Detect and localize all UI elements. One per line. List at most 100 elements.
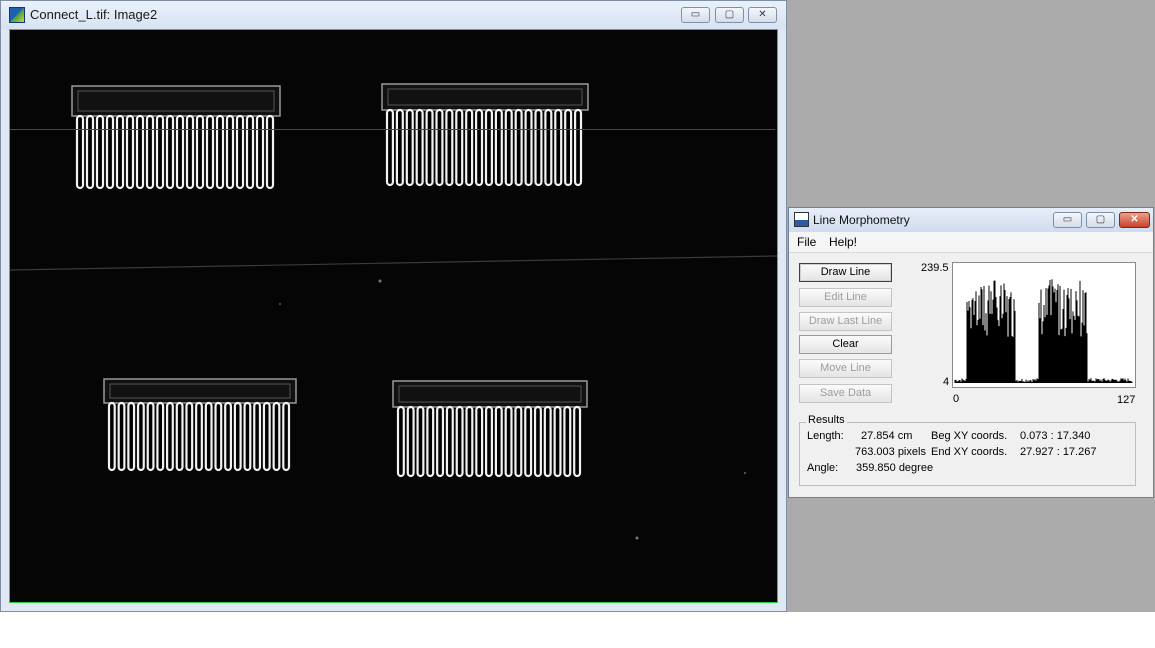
minimize-icon: ▭ [690, 9, 701, 20]
dialog-close-button[interactable]: ✕ [1119, 212, 1150, 228]
connector-pin [436, 405, 445, 478]
angle-value: 359.850 degree [856, 462, 934, 474]
menu-help[interactable]: Help! [829, 235, 857, 249]
connector-pin [494, 108, 503, 187]
angle-label: Angle: [807, 462, 839, 474]
connector-pin [75, 114, 85, 190]
connector-pin [105, 114, 115, 190]
connector-pin [396, 405, 405, 478]
connector-pin [127, 401, 136, 472]
connector-pin [195, 114, 205, 190]
connector-pin [117, 401, 126, 472]
connector-pin [514, 108, 523, 187]
clear-button[interactable]: Clear [799, 335, 892, 354]
connector-pin [262, 401, 271, 472]
connector-pin [136, 401, 145, 472]
close-button[interactable]: ✕ [748, 7, 777, 23]
connector-pin [243, 401, 252, 472]
length-label: Length: [807, 430, 844, 442]
connector-pin [485, 405, 493, 478]
connector-pin [425, 108, 434, 187]
dialog-maximize-button[interactable]: ▢ [1086, 212, 1115, 228]
dialog-menubar: File Help! [789, 232, 1153, 253]
histogram-x-min: 0 [953, 393, 960, 405]
draw-last-line-button[interactable]: Draw Last Line [799, 312, 892, 331]
minimize-button[interactable]: ▭ [681, 7, 710, 23]
save-data-button[interactable]: Save Data [799, 384, 892, 403]
connector-pin [155, 114, 165, 190]
connector-pin [235, 114, 245, 190]
connector-pin [135, 114, 145, 190]
connector-pin [406, 405, 415, 478]
connector-pin [125, 114, 135, 190]
close-icon: ✕ [758, 9, 767, 20]
connector-pin [215, 114, 225, 190]
image-window-titlebar[interactable]: Connect_L.tif: Image2 ▭ ▢ ✕ [1, 1, 786, 29]
beg-coords-value: 0.073 : 17.340 [1020, 430, 1091, 442]
connector-pin [564, 108, 573, 187]
connector-pin [115, 114, 125, 190]
maximize-icon: ▢ [724, 9, 735, 20]
edit-line-button[interactable]: Edit Line [799, 288, 892, 307]
connector-pin [455, 405, 464, 478]
maximize-button[interactable]: ▢ [715, 7, 744, 23]
histogram-x-max: 127 [1117, 394, 1136, 406]
connector-image [10, 30, 777, 602]
connector-pin [185, 401, 194, 472]
image-window-title: Connect_L.tif: Image2 [30, 7, 158, 22]
connector-pin [544, 108, 553, 187]
connector-pin [554, 108, 563, 187]
connector-pin [233, 401, 242, 472]
connector-pin [504, 108, 513, 187]
connector-pin [465, 108, 474, 187]
connector-pin [484, 108, 494, 187]
connector-pin [204, 401, 213, 472]
connector-pin [165, 114, 175, 190]
connector-pin [553, 405, 562, 478]
connector-pin [166, 401, 174, 472]
dialog-titlebar[interactable]: Line Morphometry ▭ ▢ ✕ [789, 208, 1153, 232]
connector-pin [385, 108, 395, 187]
connector-pin [245, 114, 255, 190]
connector-pin [195, 401, 203, 472]
connector-pin [524, 405, 533, 478]
connector-pin [146, 401, 155, 472]
connector-pin [475, 108, 484, 187]
histogram-y-max: 239.5 [921, 262, 949, 274]
connector-pin [405, 108, 414, 187]
connector-pin [415, 108, 424, 187]
menu-file[interactable]: File [797, 235, 816, 249]
connector-pin [224, 401, 232, 472]
connector-pin [416, 405, 425, 478]
intensity-histogram [952, 262, 1136, 388]
image-canvas[interactable] [9, 29, 778, 603]
beg-coords-label: Beg XY coords. [931, 430, 1008, 442]
results-legend: Results [806, 414, 847, 426]
connector-pin [563, 405, 572, 478]
histogram-y-min: 4 [943, 376, 950, 388]
connector-pin [95, 114, 105, 190]
connector-pin [426, 405, 435, 478]
connector-pin [395, 108, 404, 187]
end-coords-label: End XY coords. [931, 446, 1008, 458]
connector-pin [175, 401, 184, 472]
end-coords-value: 27.927 : 17.267 [1020, 446, 1097, 458]
connector-pin [494, 405, 503, 478]
connector-pin [533, 405, 542, 478]
connector-pin [253, 401, 262, 472]
connector-body [103, 378, 297, 404]
dialog-title: Line Morphometry [813, 213, 910, 227]
connector-body [381, 83, 589, 111]
connector-pin [573, 108, 583, 187]
length-cm-value: 27.854 cm [861, 430, 913, 442]
draw-line-button[interactable]: Draw Line [799, 263, 892, 282]
connector-pin [107, 401, 116, 472]
connector-pin [465, 405, 474, 478]
dialog-minimize-button[interactable]: ▭ [1053, 212, 1082, 228]
connector-pin [435, 108, 444, 187]
connector-pin [265, 114, 275, 190]
length-pixels-value: 763.003 pixels [855, 446, 926, 458]
move-line-button[interactable]: Move Line [799, 359, 892, 378]
line-morphometry-dialog: Line Morphometry ▭ ▢ ✕ File Help! Draw L… [788, 207, 1154, 498]
app-icon [9, 7, 25, 23]
